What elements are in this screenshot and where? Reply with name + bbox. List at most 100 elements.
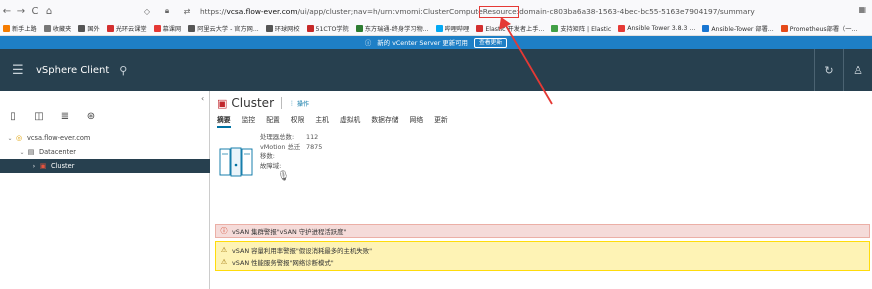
summary-row: 故障域:: [260, 162, 322, 172]
home-icon[interactable]: ⌂: [42, 6, 56, 17]
bookmark-favicon-icon: [306, 25, 314, 32]
vms-templates-tab-icon[interactable]: ◫: [26, 105, 52, 127]
bookmark-item[interactable]: Elastic 开发者上手...: [476, 24, 544, 33]
bookmark-favicon-icon: [3, 25, 10, 32]
view-updates-button[interactable]: 查看更新: [473, 37, 508, 48]
bookmark-label: 51CTO学院: [315, 26, 349, 33]
browser-toolbar: ← → C ⌂ ◇ 🔒︎ ⇄ https://vcsa.flow-ever.co…: [0, 0, 872, 22]
chevron-icon[interactable]: ⌄: [18, 149, 26, 156]
bookmark-item[interactable]: 阿里云大学 - 官方网...: [188, 24, 259, 33]
title-divider: [281, 97, 282, 109]
tree-item-label: vcsa.flow-ever.com: [27, 134, 91, 142]
object-tab[interactable]: 监控: [242, 114, 256, 128]
bookmark-item[interactable]: 环球网校: [265, 24, 300, 33]
url-text[interactable]: https://vcsa.flow-ever.com/ui/app/cluste…: [200, 7, 755, 16]
reload-icon[interactable]: C: [28, 6, 42, 17]
summary-label: 处理器总数:: [260, 133, 295, 141]
object-tab[interactable]: 主机: [315, 114, 329, 128]
app-title: vSphere Client: [36, 64, 110, 76]
forward-arrow-icon[interactable]: →: [14, 6, 28, 17]
bookmark-item[interactable]: 东方瑞通-终身学习物...: [355, 24, 429, 33]
object-tab[interactable]: 虚拟机: [340, 114, 360, 128]
bookmark-item[interactable]: Ansible Tower 3.8.3 ...: [618, 25, 695, 32]
bookmark-favicon-icon: [355, 25, 363, 32]
cluster-icon: ▣: [217, 96, 228, 110]
summary-label: vMotion 总迁移数:: [260, 142, 301, 161]
chevron-icon[interactable]: ›: [30, 163, 38, 170]
address-bar[interactable]: ◇ 🔒︎ ⇄ https://vcsa.flow-ever.com/ui/app…: [140, 3, 755, 19]
bookmark-item[interactable]: 哔哩哔哩: [435, 24, 470, 33]
bookmark-favicon-icon: [153, 25, 161, 32]
tree-item[interactable]: ⌄ ◎ vcsa.flow-ever.com: [0, 131, 210, 145]
search-icon[interactable]: ⚲: [119, 64, 127, 77]
hosts-clusters-tab-icon[interactable]: ▯: [0, 105, 26, 127]
networking-tab-icon[interactable]: ⊛: [78, 105, 104, 127]
refresh-icon[interactable]: ↻: [815, 64, 843, 77]
warning-triangle-icon: ⚠: [220, 246, 228, 254]
object-tab[interactable]: 更新: [434, 114, 448, 128]
chevron-icon[interactable]: ⌄: [6, 135, 14, 142]
tree-item-label: Cluster: [51, 162, 75, 170]
bookmark-favicon-icon: [551, 25, 559, 32]
object-tab[interactable]: 权限: [291, 114, 305, 128]
page-title: Cluster: [231, 96, 274, 110]
bookmark-label: Ansible-Tower 部署...: [711, 26, 774, 33]
collapse-sidebar-icon[interactable]: ‹: [201, 94, 204, 103]
object-tab[interactable]: 摘要: [217, 114, 231, 128]
bookmark-item[interactable]: 国外: [78, 24, 100, 33]
object-tab[interactable]: 配置: [266, 114, 280, 128]
storage-tab-icon[interactable]: ≣: [52, 105, 78, 127]
alert-line: ⚠ vSAN 性能服务警报"网络诊断模式": [216, 256, 334, 268]
bookmark-favicon-icon: [780, 25, 788, 32]
back-arrow-icon[interactable]: ←: [0, 6, 14, 17]
bookmark-favicon-icon: [435, 25, 443, 32]
bookmark-favicon-icon: [265, 25, 273, 32]
permissions-icon: ⇄: [183, 6, 191, 16]
object-tabs: 摘要 监控 配置 权限 主机 虚拟机 数据存储 网络 更新: [217, 114, 459, 128]
inventory-sidebar: ‹ ▯ ◫ ≣ ⊛ ⌄ ◎ vcsa.flow-ever.com ⌄ ▤ Datacent…: [0, 91, 210, 289]
menu-icon[interactable]: ☰: [12, 63, 28, 78]
bookmark-label: 国外: [87, 26, 100, 33]
tree-item[interactable]: ⌄ ▤ Datacenter: [0, 145, 210, 159]
user-icon[interactable]: ♙: [844, 64, 872, 77]
bookmark-item[interactable]: Prometheus部署（一...: [780, 24, 857, 33]
bookmark-item[interactable]: 51CTO学院: [306, 24, 349, 33]
inventory-tree: ⌄ ◎ vcsa.flow-ever.com ⌄ ▤ Datacenter › ▣ Cluste…: [0, 131, 210, 173]
object-tab[interactable]: 数据存储: [371, 114, 398, 128]
cluster-hosts-icon: [219, 147, 253, 177]
tree-item[interactable]: › ▣ Cluster: [0, 159, 210, 173]
bookmark-favicon-icon: [476, 25, 484, 32]
bookmarks-bar: 新手上路 收藏夹 国外 光环云课堂 慕课网 阿里云大学 - 官方网... 环球网校 51CTO…: [0, 22, 872, 36]
alert-line: ⚠ vSAN 容量利用率警报"假设消耗最多的主机失败": [216, 244, 372, 256]
bookmark-item[interactable]: 支持矩阵 | Elastic: [551, 24, 611, 33]
bookmark-label: Ansible Tower 3.8.3 ...: [627, 25, 696, 32]
update-banner: ⓘ 新的 vCenter Server 更新可用 查看更新: [0, 36, 872, 49]
actions-menu[interactable]: ⋮ 操作: [289, 99, 309, 108]
bookmark-item[interactable]: 慕课网: [153, 24, 182, 33]
summary-value: 112: [306, 133, 319, 141]
error-circle-icon: ⓘ: [220, 227, 228, 235]
bookmark-item[interactable]: 新手上路: [3, 24, 37, 33]
qr-code-icon[interactable]: ▦: [858, 5, 866, 14]
bookmark-label: 东方瑞通-终身学习物...: [364, 26, 429, 33]
bookmark-item[interactable]: 收藏夹: [43, 24, 71, 33]
bookmark-label: 支持矩阵 | Elastic: [560, 26, 612, 33]
bookmark-label: 新手上路: [12, 26, 37, 33]
bookmark-item[interactable]: Ansible-Tower 部署...: [702, 24, 774, 33]
kebab-icon: ⋮: [289, 99, 295, 107]
bookmark-item[interactable]: 光环云课堂: [106, 24, 147, 33]
warning-triangle-icon: ⚠: [220, 258, 228, 266]
alert-text: vSAN 集群警报"vSAN 守护进程活跃度": [232, 227, 347, 236]
bookmark-label: 光环云课堂: [115, 26, 147, 33]
tree-node-icon: ◎: [15, 134, 23, 142]
bookmark-label: 阿里云大学 - 官方网...: [197, 26, 259, 33]
banner-text: 新的 vCenter Server 更新可用: [377, 39, 468, 47]
alert-text: vSAN 容量利用率警报"假设消耗最多的主机失败": [232, 246, 373, 255]
object-tab[interactable]: 网络: [410, 114, 424, 128]
app-header: ☰ vSphere Client ⚲ ↻ ♙: [0, 49, 872, 91]
shield-icon: ◇: [143, 6, 151, 16]
bookmark-label: 慕课网: [162, 26, 182, 33]
bookmark-favicon-icon: [78, 25, 86, 32]
bookmark-label: 哔哩哔哩: [444, 26, 470, 33]
actions-label: 操作: [297, 100, 310, 108]
